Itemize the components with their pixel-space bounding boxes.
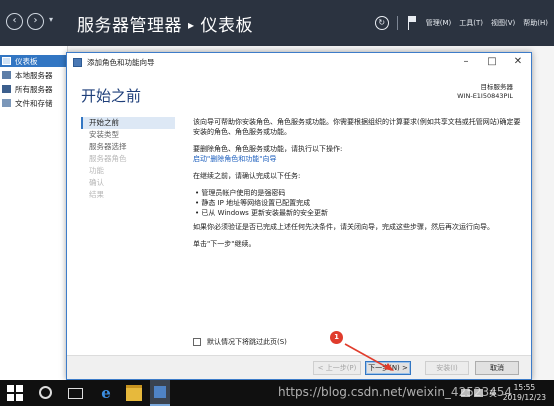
annotation-badge: 1 xyxy=(330,331,343,344)
windows-start-icon[interactable] xyxy=(7,385,23,401)
file-explorer-icon[interactable] xyxy=(126,385,142,401)
server-manager-taskbar-icon[interactable] xyxy=(150,380,170,406)
search-icon[interactable] xyxy=(39,386,52,399)
internet-explorer-icon[interactable]: e xyxy=(98,385,114,401)
task-view-icon[interactable] xyxy=(68,388,83,399)
watermark: https://blog.csdn.net/weixin_42523454 xyxy=(278,385,513,399)
annotation-arrow xyxy=(344,343,394,371)
